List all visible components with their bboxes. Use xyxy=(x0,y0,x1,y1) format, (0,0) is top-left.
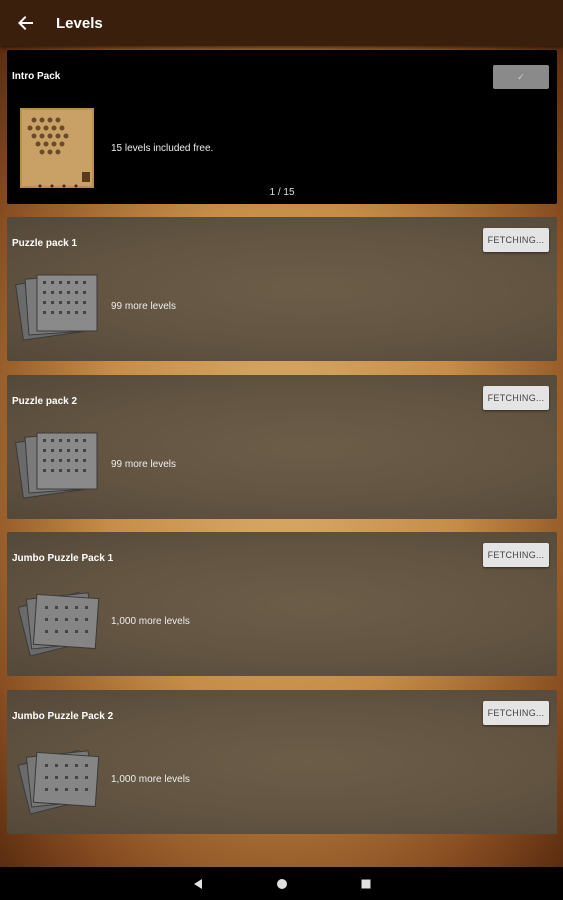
fetching-button[interactable]: FETCHING... xyxy=(483,228,549,252)
pack-name: Jumbo Puzzle Pack 2 xyxy=(12,711,114,722)
back-button[interactable] xyxy=(0,0,52,46)
page-title: Levels xyxy=(56,14,103,32)
pack-thumbnail xyxy=(15,586,103,663)
pack-description: 15 levels included free. xyxy=(111,143,214,154)
pack-card-puzzle-1[interactable]: Puzzle pack 1 FETCHING... 99 more levels xyxy=(7,217,557,361)
pack-name: Puzzle pack 1 xyxy=(12,238,78,249)
pack-thumbnail xyxy=(13,427,101,506)
pack-list: Intro Pack ✓ 15 levels included free. 1 … xyxy=(0,46,563,867)
pack-description: 1,000 more levels xyxy=(111,774,190,785)
intro-pack-thumbnail xyxy=(20,108,94,195)
pack-pager: 1 / 15 xyxy=(269,187,295,198)
pack-thumbnail xyxy=(15,744,103,821)
fetching-button[interactable]: FETCHING... xyxy=(483,386,549,410)
arrow-back-icon xyxy=(18,16,33,30)
pack-description: 1,000 more levels xyxy=(111,616,190,627)
circle-home-icon[interactable] xyxy=(276,878,288,890)
pack-thumbnail xyxy=(13,269,101,348)
pack-name: Intro Pack xyxy=(12,71,61,82)
triangle-back-icon[interactable] xyxy=(192,878,204,890)
owned-check-button[interactable]: ✓ xyxy=(493,65,549,89)
fetching-button[interactable]: FETCHING... xyxy=(483,701,549,725)
pack-card-jumbo-1[interactable]: Jumbo Puzzle Pack 1 FETCHING... 1,000 mo… xyxy=(7,532,557,676)
pack-name: Jumbo Puzzle Pack 1 xyxy=(12,553,114,564)
system-nav-bar xyxy=(0,867,563,900)
pack-card-intro[interactable]: Intro Pack ✓ 15 levels included free. 1 … xyxy=(7,50,557,204)
pack-name: Puzzle pack 2 xyxy=(12,396,78,407)
pack-description: 99 more levels xyxy=(111,301,177,312)
pack-card-jumbo-2[interactable]: Jumbo Puzzle Pack 2 FETCHING... 1,000 mo… xyxy=(7,690,557,834)
square-recents-icon[interactable] xyxy=(360,878,372,890)
fetching-button[interactable]: FETCHING... xyxy=(483,543,549,567)
pack-card-puzzle-2[interactable]: Puzzle pack 2 FETCHING... 99 more levels xyxy=(7,375,557,519)
pack-description: 99 more levels xyxy=(111,459,177,470)
app-bar: Levels xyxy=(0,0,563,46)
